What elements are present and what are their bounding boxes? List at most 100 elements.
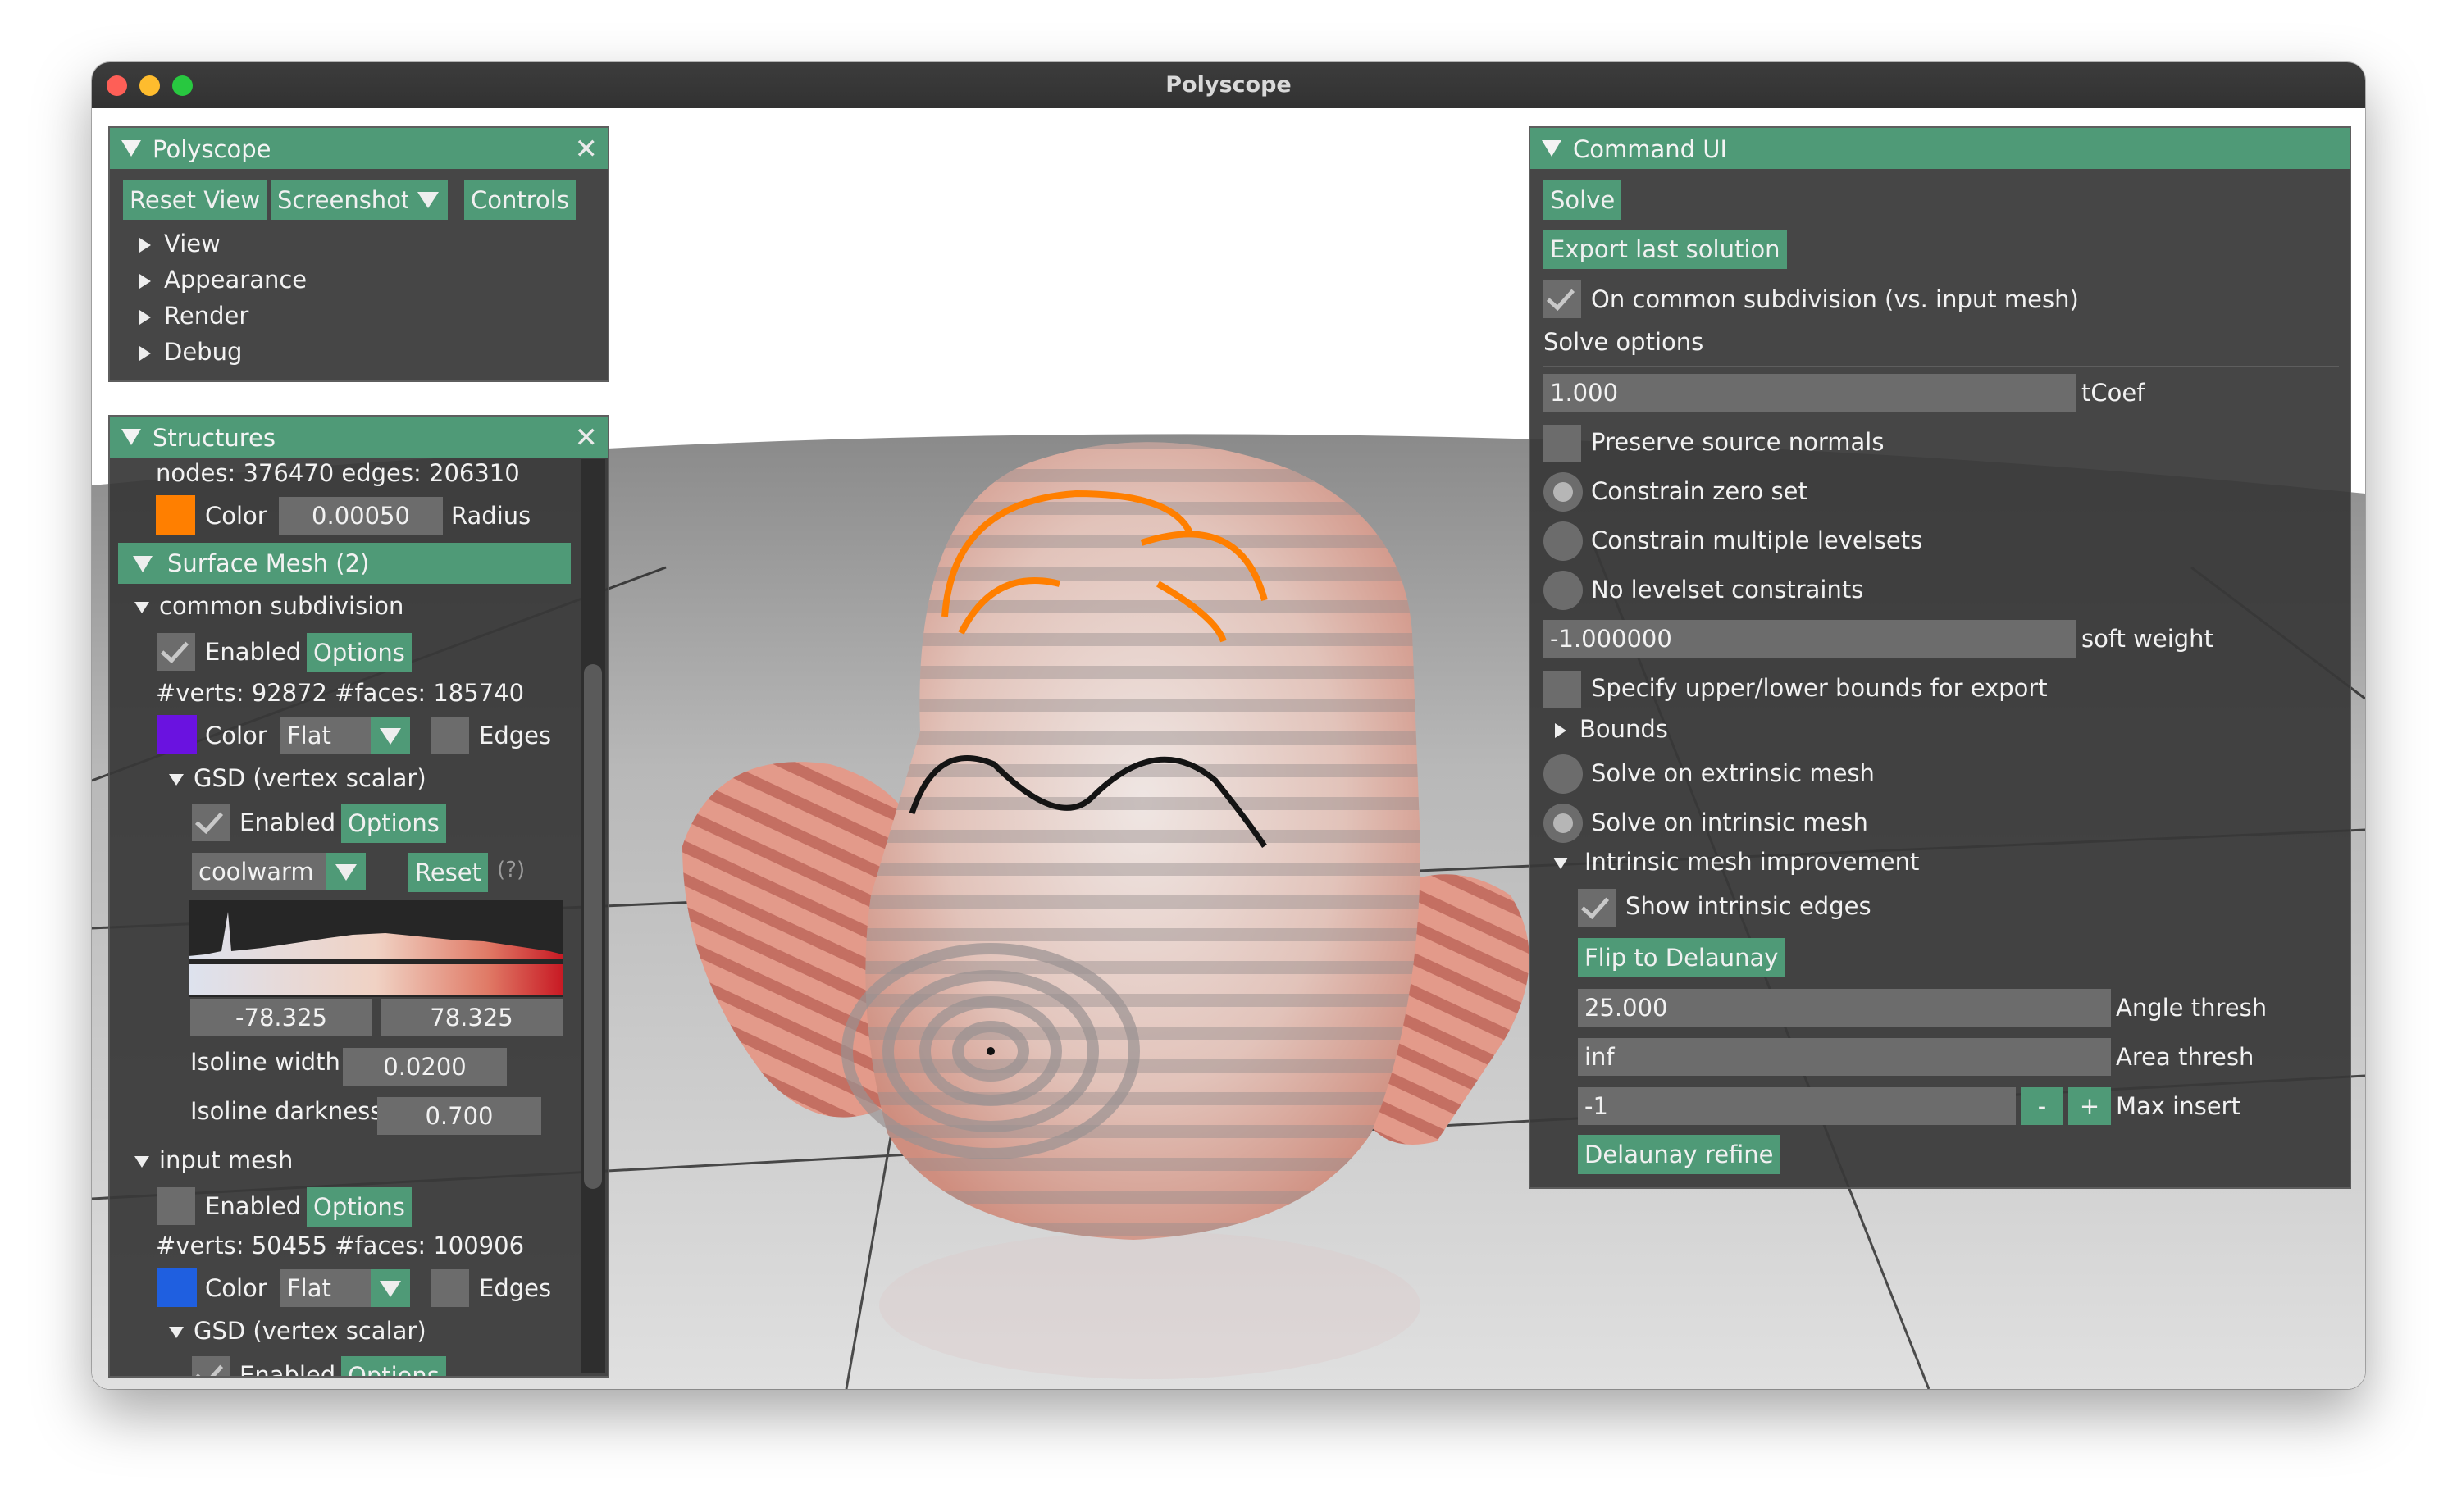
- input-mesh-enabled-label: Enabled: [205, 1192, 302, 1220]
- controls-button[interactable]: Controls: [464, 180, 576, 220]
- expand-arrow-icon[interactable]: [139, 346, 151, 361]
- structures-scrollbar-thumb[interactable]: [584, 664, 602, 1189]
- tree-item-render[interactable]: Render: [164, 302, 248, 330]
- intrinsic-improvement-tree-item[interactable]: Intrinsic mesh improvement: [1584, 848, 1919, 876]
- isoline-darkness-input[interactable]: 0.700: [377, 1097, 541, 1135]
- checkmark-icon: [194, 804, 224, 835]
- max-insert-increment-button[interactable]: +: [2068, 1087, 2111, 1125]
- max-insert-decrement-button[interactable]: -: [2021, 1087, 2063, 1125]
- collapse-triangle-icon[interactable]: [134, 1156, 149, 1168]
- histogram-colorbar[interactable]: [189, 900, 563, 997]
- tree-item-appearance[interactable]: Appearance: [164, 266, 307, 294]
- input-mesh-color-swatch[interactable]: [157, 1268, 197, 1307]
- tcoef-label: tCoef: [2081, 379, 2145, 407]
- solve-button[interactable]: Solve: [1543, 180, 1622, 220]
- specify-bounds-label: Specify upper/lower bounds for export: [1591, 674, 2048, 702]
- input-mesh-shade-select[interactable]: Flat: [280, 1269, 371, 1307]
- mesh-color-label: Color: [205, 722, 267, 749]
- polyscope-panel: Polyscope ✕ Reset View Screenshot Contro…: [108, 126, 609, 382]
- show-intrinsic-edges-checkbox[interactable]: [1578, 889, 1616, 927]
- constrain-zero-set-radio[interactable]: [1543, 472, 1583, 512]
- tcoef-input[interactable]: 1.000: [1543, 374, 2076, 412]
- shade-mode-select[interactable]: Flat: [280, 717, 371, 754]
- delaunay-refine-button[interactable]: Delaunay refine: [1578, 1135, 1780, 1174]
- command-ui-header[interactable]: Command UI: [1530, 128, 2350, 169]
- collapse-triangle-icon[interactable]: [169, 1327, 184, 1338]
- specify-bounds-checkbox[interactable]: [1543, 671, 1581, 708]
- collapse-triangle-icon[interactable]: [1553, 858, 1568, 869]
- screenshot-button[interactable]: Screenshot: [271, 180, 417, 220]
- input-mesh-quantity-options-button[interactable]: Options: [341, 1356, 446, 1376]
- input-mesh-stats: #verts: 50455 #faces: 100906: [156, 1232, 525, 1259]
- input-mesh-quantity-name[interactable]: GSD (vertex scalar): [194, 1317, 426, 1345]
- chevron-down-icon: [380, 728, 401, 745]
- input-mesh-quantity-enabled-checkbox[interactable]: [192, 1356, 230, 1376]
- colormap-dropdown-button[interactable]: [326, 853, 366, 890]
- options-button[interactable]: Options: [307, 633, 412, 672]
- export-last-solution-button[interactable]: Export last solution: [1543, 230, 1787, 269]
- edges-checkbox[interactable]: [431, 717, 469, 754]
- max-insert-input[interactable]: -1: [1578, 1087, 2016, 1125]
- tree-item-view[interactable]: View: [164, 230, 221, 257]
- isoline-width-input[interactable]: 0.0200: [343, 1048, 507, 1086]
- close-icon[interactable]: ✕: [575, 421, 599, 454]
- quantity-options-button[interactable]: Options: [341, 804, 446, 843]
- input-mesh-enabled-checkbox[interactable]: [157, 1187, 195, 1225]
- mesh-name-common-subdivision[interactable]: common subdivision: [159, 592, 403, 620]
- radius-input[interactable]: 0.00050: [279, 497, 443, 535]
- reset-view-button[interactable]: Reset View: [123, 180, 267, 220]
- structures-panel-header[interactable]: Structures ✕: [110, 417, 608, 458]
- reset-range-button[interactable]: Reset: [408, 853, 489, 892]
- solve-extrinsic-radio[interactable]: [1543, 754, 1583, 794]
- tree-item-debug[interactable]: Debug: [164, 338, 242, 366]
- collapse-triangle-icon[interactable]: [134, 602, 149, 613]
- collapse-triangle-icon[interactable]: [169, 774, 184, 786]
- preserve-normals-checkbox[interactable]: [1543, 425, 1581, 462]
- quantity-name[interactable]: GSD (vertex scalar): [194, 764, 426, 792]
- mesh-name-input-mesh[interactable]: input mesh: [159, 1146, 293, 1174]
- command-ui-panel: Command UI Solve Export last solution On…: [1529, 126, 2351, 1189]
- no-levelset-radio[interactable]: [1543, 571, 1583, 610]
- enabled-checkbox[interactable]: [157, 633, 195, 671]
- close-icon[interactable]: ✕: [575, 133, 599, 166]
- surface-mesh-header[interactable]: Surface Mesh (2): [118, 543, 571, 584]
- area-thresh-input[interactable]: inf: [1578, 1038, 2111, 1076]
- curve-color-label: Color: [205, 502, 267, 530]
- radio-selected-dot: [1553, 482, 1573, 502]
- on-common-subdivision-checkbox[interactable]: [1543, 280, 1581, 318]
- collapse-triangle-icon[interactable]: [121, 429, 141, 445]
- bounds-tree-item[interactable]: Bounds: [1580, 715, 1668, 743]
- expand-arrow-icon[interactable]: [139, 274, 151, 289]
- curve-color-swatch[interactable]: [156, 495, 195, 535]
- help-marker[interactable]: (?): [497, 858, 525, 882]
- mesh-color-swatch[interactable]: [157, 715, 197, 754]
- soft-weight-input[interactable]: -1.000000: [1543, 620, 2076, 658]
- range-min-input[interactable]: -78.325: [190, 999, 372, 1036]
- range-max-input[interactable]: 78.325: [381, 999, 563, 1036]
- expand-arrow-icon[interactable]: [139, 310, 151, 325]
- expand-arrow-icon[interactable]: [139, 238, 151, 253]
- angle-thresh-input[interactable]: 25.000: [1578, 989, 2111, 1027]
- collapse-triangle-icon[interactable]: [121, 140, 141, 157]
- flip-to-delaunay-button[interactable]: Flip to Delaunay: [1578, 938, 1785, 977]
- input-mesh-options-button[interactable]: Options: [307, 1187, 412, 1227]
- screenshot-dropdown-button[interactable]: [408, 180, 448, 220]
- solve-options-heading: Solve options: [1543, 328, 1704, 356]
- input-mesh-edges-checkbox[interactable]: [431, 1269, 469, 1307]
- quantity-enabled-checkbox[interactable]: [192, 804, 230, 841]
- constrain-multiple-radio[interactable]: [1543, 521, 1583, 561]
- colormap-select[interactable]: coolwarm: [192, 853, 326, 890]
- chevron-down-icon: [417, 192, 439, 208]
- panel-title: Polyscope: [153, 135, 271, 163]
- panel-title: Command UI: [1573, 135, 1728, 163]
- collapse-triangle-icon[interactable]: [1542, 140, 1561, 157]
- polyscope-panel-header[interactable]: Polyscope ✕: [110, 128, 608, 169]
- expand-arrow-icon[interactable]: [1555, 723, 1566, 738]
- curve-network-stats: nodes: 376470 edges: 206310: [156, 459, 520, 487]
- input-mesh-shade-dropdown-button[interactable]: [371, 1269, 410, 1307]
- solve-intrinsic-radio[interactable]: [1543, 804, 1583, 843]
- input-mesh-quantity-enabled-label: Enabled: [239, 1361, 336, 1378]
- radius-label: Radius: [451, 502, 531, 530]
- soft-weight-label: soft weight: [2081, 625, 2213, 653]
- shade-mode-dropdown-button[interactable]: [371, 717, 410, 754]
